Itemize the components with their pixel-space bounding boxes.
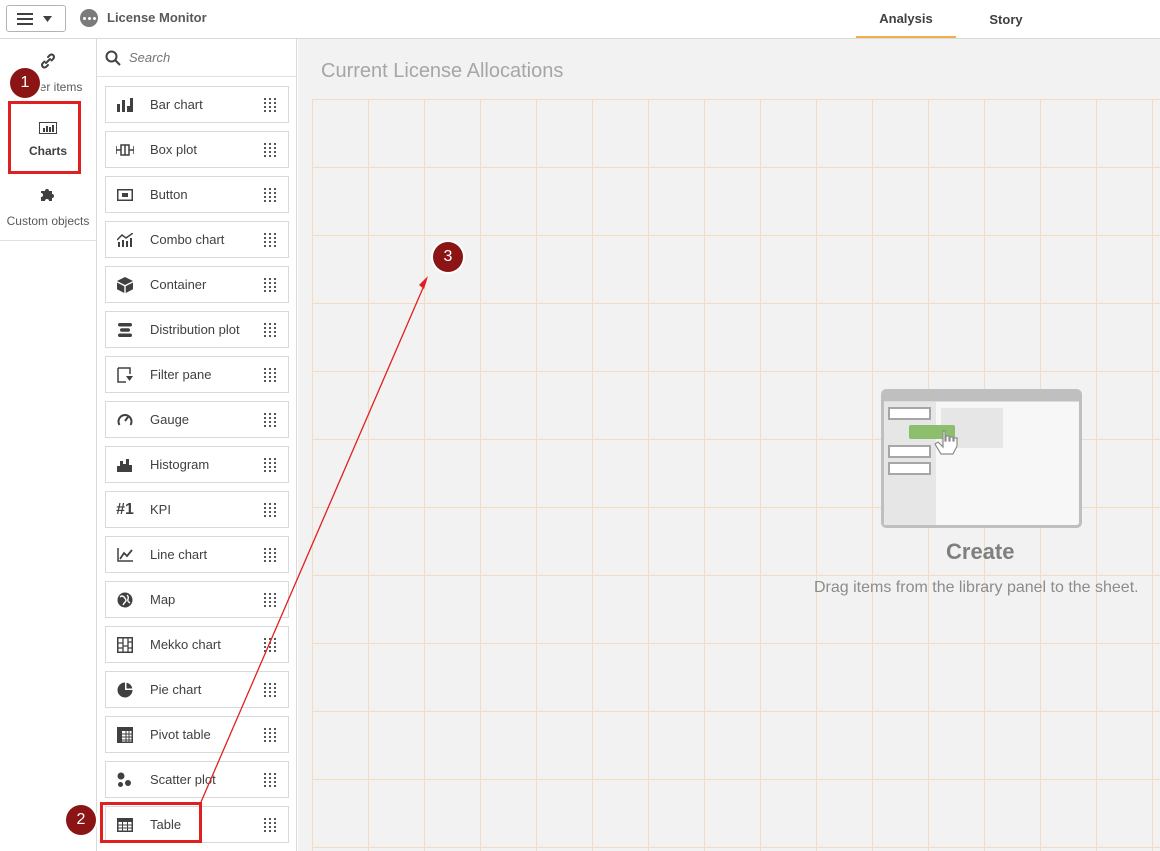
- step-marker-3: 3: [433, 242, 463, 272]
- drag-arrow: [200, 276, 428, 803]
- step-marker-1: 1: [10, 68, 40, 98]
- step-marker-2: 2: [66, 805, 96, 835]
